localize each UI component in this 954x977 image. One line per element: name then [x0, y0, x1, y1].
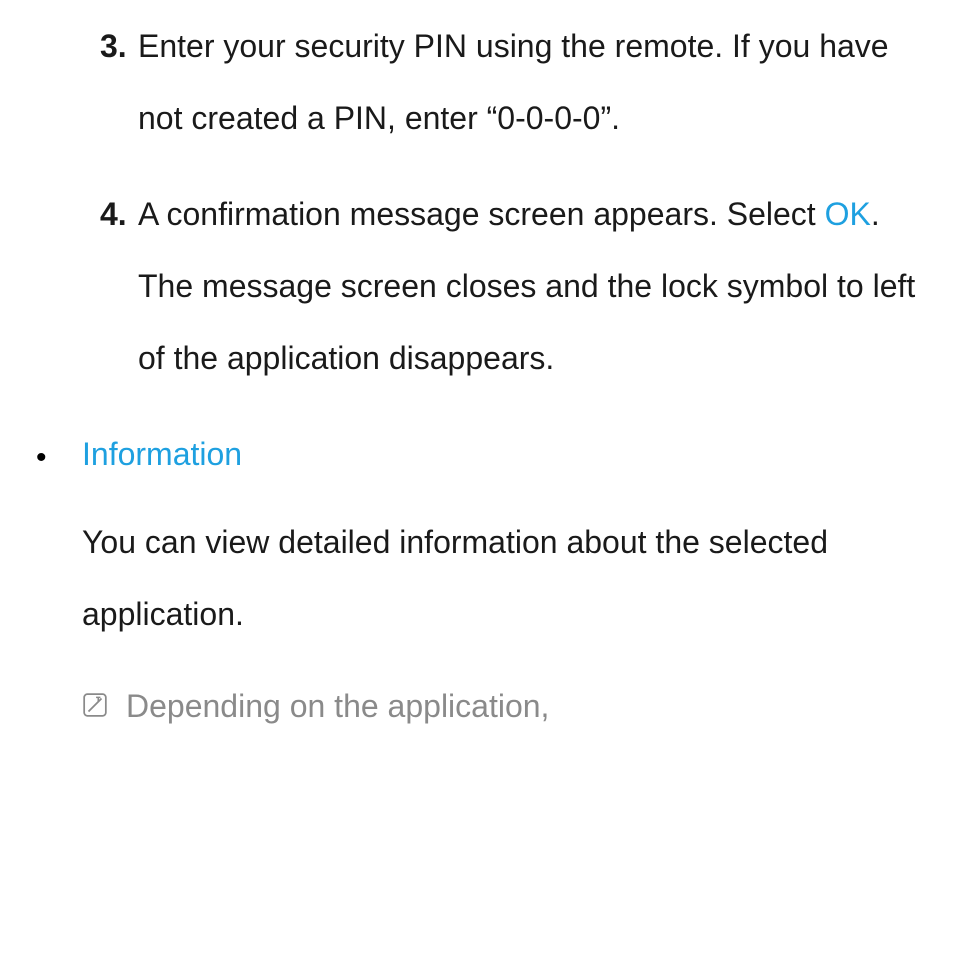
step-4-number: 4. [100, 178, 138, 394]
bullet-icon [36, 418, 82, 492]
note-icon [82, 670, 126, 742]
ok-link[interactable]: OK [825, 196, 871, 232]
information-title: Information [82, 418, 242, 492]
step-4-text: A confirmation message screen appears. S… [138, 178, 954, 394]
note-text: Depending on the application, [126, 670, 954, 742]
note: Depending on the application, [0, 670, 954, 742]
step-3-number: 3. [100, 10, 138, 154]
step-4: 4. A confirmation message screen appears… [0, 178, 954, 394]
information-bullet: Information [0, 418, 954, 492]
step-4-pre: A confirmation message screen appears. S… [138, 196, 825, 232]
step-3: 3. Enter your security PIN using the rem… [0, 10, 954, 154]
step-3-text: Enter your security PIN using the remote… [138, 10, 954, 154]
information-body: You can view detailed information about … [0, 506, 954, 650]
